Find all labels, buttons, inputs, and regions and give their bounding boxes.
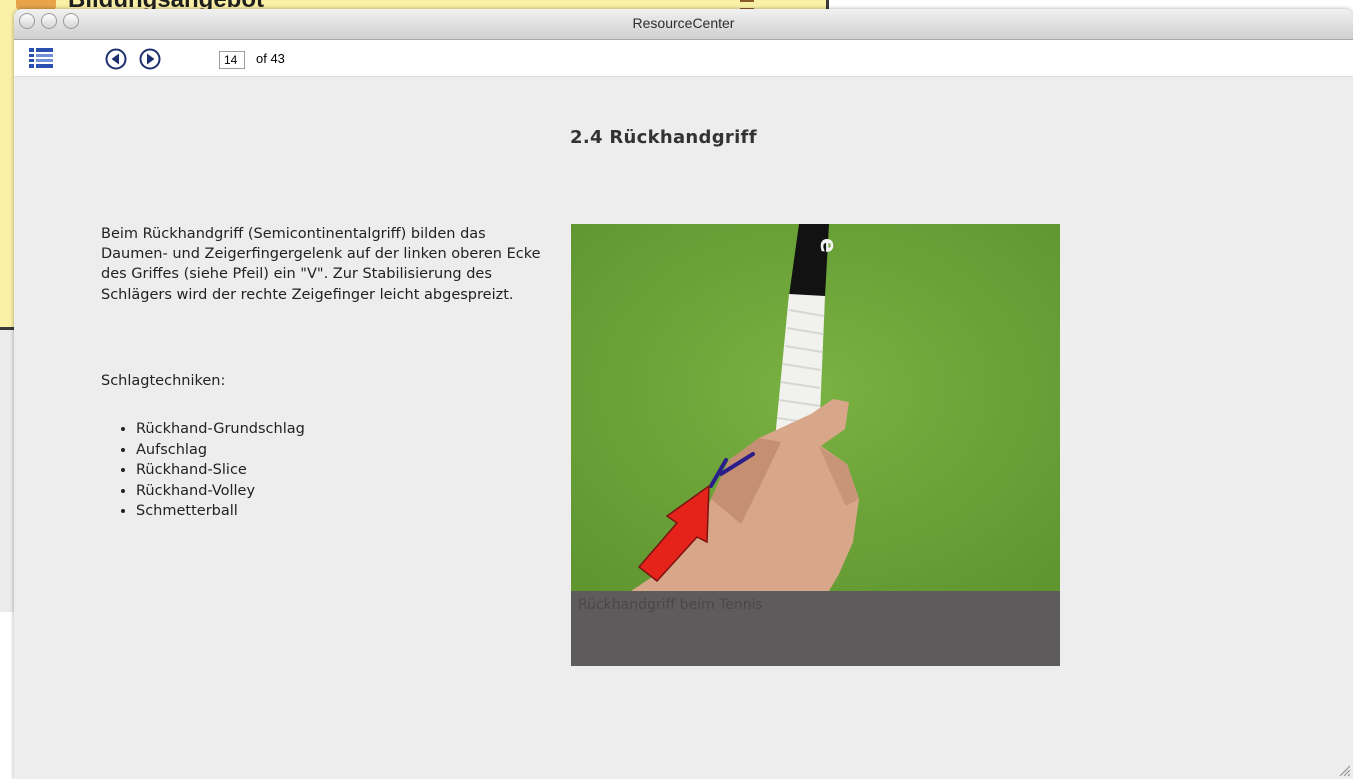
techniques-label: Schlagtechniken: [101,373,226,389]
list-item: Rückhand-Grundschlag [136,419,305,440]
page-number-field[interactable]: 14 [219,51,245,69]
list-view-icon[interactable] [28,47,54,69]
figure: e Rückhandgriff beim Tennis [571,224,1060,666]
previous-page-icon[interactable] [105,48,127,70]
list-item: Aufschlag [136,440,305,461]
resource-center-window: ResourceCenter 14 of 43 2.4 Rückhandgrif… [14,9,1353,779]
page-total-label: of 43 [256,51,285,66]
list-item: Schmetterball [136,501,305,522]
list-item: Rückhand-Slice [136,460,305,481]
svg-text:e: e [815,238,840,253]
window-title: ResourceCenter [632,15,735,31]
figure-caption: Rückhandgriff beim Tennis [578,597,763,613]
resize-grip-icon[interactable] [1337,763,1351,777]
description-text: Beim Rückhandgriff (Semicontinentalgriff… [101,226,541,303]
title-bar[interactable]: ResourceCenter [14,9,1353,40]
next-page-icon[interactable] [139,48,161,70]
background-panel [0,330,14,612]
section-heading: 2.4 Rückhandgriff [570,127,757,148]
tennis-grip-photo: e [571,224,1060,591]
techniques-list: Rückhand-Grundschlag Aufschlag Rückhand-… [101,419,305,522]
toolbar: 14 of 43 [14,40,1353,77]
list-item: Rückhand-Volley [136,481,305,502]
